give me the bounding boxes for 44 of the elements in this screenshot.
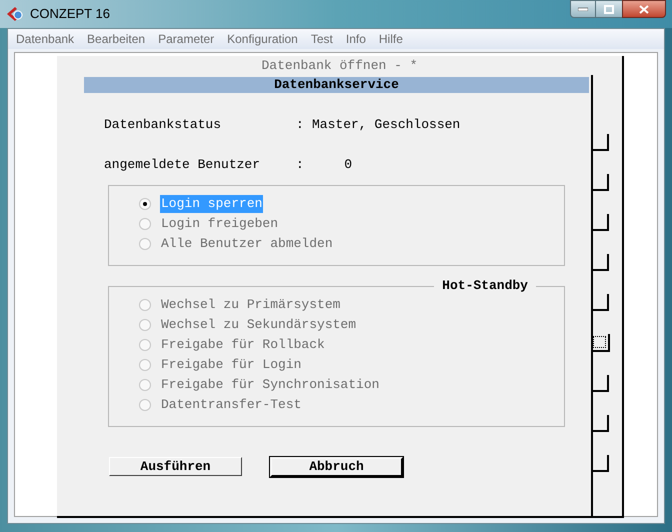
field-value: 0 <box>343 156 352 174</box>
menu-item[interactable]: Info <box>346 30 366 48</box>
field-value: Master, Geschlossen <box>312 116 460 134</box>
option-label[interactable]: Alle Benutzer abmelden <box>160 234 334 254</box>
menu-item[interactable]: Bearbeiten <box>87 30 146 48</box>
option-label[interactable]: Wechsel zu Primärsystem <box>160 295 342 315</box>
radio-button[interactable] <box>139 359 151 371</box>
radio-button[interactable] <box>139 339 151 351</box>
menu-item[interactable]: Parameter <box>158 30 214 48</box>
minimize-icon <box>578 7 588 11</box>
radio-button[interactable] <box>139 198 151 210</box>
dialog-button[interactable]: Ausführen <box>109 457 242 476</box>
dialog-title: Datenbank öffnen - * <box>260 57 419 75</box>
option-label[interactable]: Freigabe für Rollback <box>160 335 326 355</box>
radio-button[interactable] <box>139 299 151 311</box>
close-button[interactable] <box>622 0 666 18</box>
radio-button[interactable] <box>139 218 151 230</box>
option-label[interactable]: Datentransfer-Test <box>160 395 302 415</box>
field-label: Datenbankstatus <box>104 116 222 134</box>
menu-item[interactable]: Konfiguration <box>227 30 298 48</box>
radio-button[interactable] <box>139 379 151 391</box>
field-separator: : <box>296 156 305 174</box>
option-label[interactable]: Login sperren <box>160 195 264 213</box>
menu-item[interactable]: Test <box>310 30 333 48</box>
window-title: CONZEPT 16 <box>30 5 110 24</box>
field-separator: : <box>296 116 305 134</box>
radio-button[interactable] <box>139 319 151 331</box>
option-label[interactable]: Freigabe für Login <box>160 355 302 375</box>
menu-item[interactable]: Datenbank <box>16 30 74 48</box>
app-logo-icon <box>6 6 24 22</box>
group-title: Hot-Standby <box>434 277 536 295</box>
dialog-title-bar: Datenbankservice <box>84 77 589 93</box>
maximize-button[interactable] <box>596 0 622 18</box>
field-label: angemeldete Benutzer <box>104 156 262 174</box>
dialog-button[interactable]: Abbruch <box>270 457 403 477</box>
close-icon <box>639 4 649 14</box>
maximize-icon <box>604 4 614 14</box>
radio-button[interactable] <box>139 399 151 411</box>
minimize-button[interactable] <box>570 0 596 18</box>
option-label[interactable]: Freigabe für Synchronisation <box>160 375 380 395</box>
radio-button[interactable] <box>139 238 151 250</box>
option-label[interactable]: Wechsel zu Sekundärsystem <box>160 315 358 335</box>
option-label[interactable]: Login freigeben <box>160 214 280 234</box>
menu-item[interactable]: Hilfe <box>378 30 403 48</box>
